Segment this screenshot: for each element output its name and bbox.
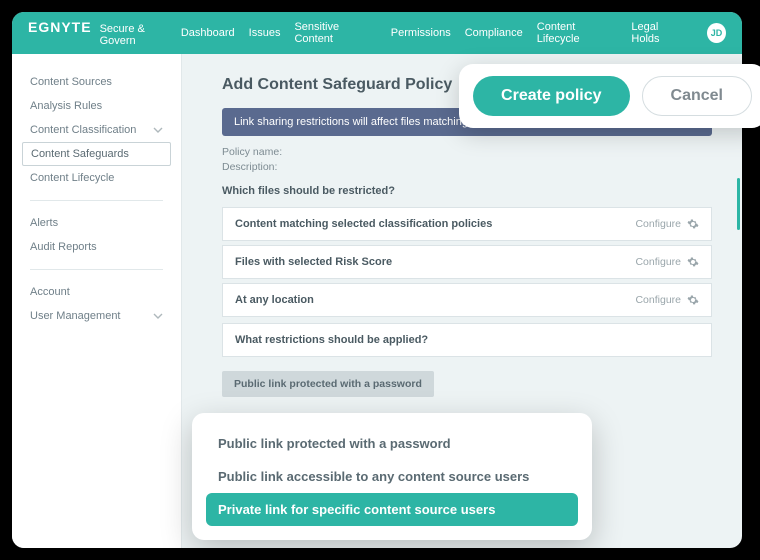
create-policy-button[interactable]: Create policy xyxy=(473,76,629,116)
sidebar-item-content-classification[interactable]: Content Classification xyxy=(12,118,181,142)
dropdown-option-private-specific[interactable]: Private link for specific content source… xyxy=(206,493,578,526)
dropdown-option-public-any-user[interactable]: Public link accessible to any content so… xyxy=(206,460,578,493)
config-row-label: At any location xyxy=(235,294,635,306)
sidebar-item-label: Analysis Rules xyxy=(30,100,102,112)
dropdown-option-public-password[interactable]: Public link protected with a password xyxy=(206,427,578,460)
description-label: Description: xyxy=(222,161,277,173)
action-bar: Create policy Cancel xyxy=(459,64,760,128)
nav-dashboard[interactable]: Dashboard xyxy=(181,27,235,39)
avatar[interactable]: JD xyxy=(707,23,726,43)
nav-legal-holds[interactable]: Legal Holds xyxy=(631,21,686,45)
sidebar-item-label: Content Safeguards xyxy=(31,148,129,160)
sidebar-item-analysis-rules[interactable]: Analysis Rules xyxy=(12,94,181,118)
sidebar-item-label: Audit Reports xyxy=(30,241,97,253)
sidebar-divider xyxy=(30,269,163,270)
config-row-risk-score[interactable]: Files with selected Risk Score Configure xyxy=(222,245,712,279)
sidebar-item-label: Content Classification xyxy=(30,124,136,136)
chevron-down-icon xyxy=(153,125,163,135)
sidebar-divider xyxy=(30,200,163,201)
cancel-button[interactable]: Cancel xyxy=(642,76,752,116)
config-row-location[interactable]: At any location Configure xyxy=(222,283,712,317)
config-row-label: Content matching selected classification… xyxy=(235,218,635,230)
gear-icon[interactable] xyxy=(687,218,699,230)
brand-product: Secure & Govern xyxy=(100,23,181,47)
sidebar-item-label: Content Lifecycle xyxy=(30,172,114,184)
sidebar-item-account[interactable]: Account xyxy=(12,280,181,304)
config-row-classification[interactable]: Content matching selected classification… xyxy=(222,207,712,241)
nav-issues[interactable]: Issues xyxy=(249,27,281,39)
scrollbar-thumb[interactable] xyxy=(737,178,740,230)
config-row-label: Files with selected Risk Score xyxy=(235,256,635,268)
sidebar-item-label: Account xyxy=(30,286,70,298)
top-bar: EGNYTE Secure & Govern Dashboard Issues … xyxy=(12,12,742,54)
brand: EGNYTE Secure & Govern xyxy=(28,19,181,47)
restriction-chip[interactable]: Public link protected with a password xyxy=(222,371,434,397)
chevron-down-icon xyxy=(153,311,163,321)
configure-link[interactable]: Configure xyxy=(635,218,681,230)
sidebar-item-audit-reports[interactable]: Audit Reports xyxy=(12,235,181,259)
nav-sensitive-content[interactable]: Sensitive Content xyxy=(294,21,376,45)
gear-icon[interactable] xyxy=(687,256,699,268)
restriction-dropdown: Public link protected with a password Pu… xyxy=(192,413,592,540)
sidebar-item-label: User Management xyxy=(30,310,121,322)
section-question-files: Which files should be restricted? xyxy=(222,185,712,197)
section-question-restrictions: What restrictions should be applied? xyxy=(222,323,712,357)
nav-content-lifecycle[interactable]: Content Lifecycle xyxy=(537,21,618,45)
sidebar-item-content-safeguards[interactable]: Content Safeguards xyxy=(22,142,171,166)
policy-name-label: Policy name: xyxy=(222,146,282,158)
sidebar-item-label: Content Sources xyxy=(30,76,112,88)
sidebar-item-alerts[interactable]: Alerts xyxy=(12,211,181,235)
configure-link[interactable]: Configure xyxy=(635,294,681,306)
sidebar-item-content-lifecycle[interactable]: Content Lifecycle xyxy=(12,166,181,190)
brand-logo: EGNYTE xyxy=(28,19,92,35)
sidebar-item-label: Alerts xyxy=(30,217,58,229)
gear-icon[interactable] xyxy=(687,294,699,306)
sidebar-item-user-management[interactable]: User Management xyxy=(12,304,181,328)
nav-compliance[interactable]: Compliance xyxy=(465,27,523,39)
nav-permissions[interactable]: Permissions xyxy=(391,27,451,39)
sidebar-item-content-sources[interactable]: Content Sources xyxy=(12,70,181,94)
top-nav: Dashboard Issues Sensitive Content Permi… xyxy=(181,21,726,45)
sidebar: Content Sources Analysis Rules Content C… xyxy=(12,54,182,548)
configure-link[interactable]: Configure xyxy=(635,256,681,268)
